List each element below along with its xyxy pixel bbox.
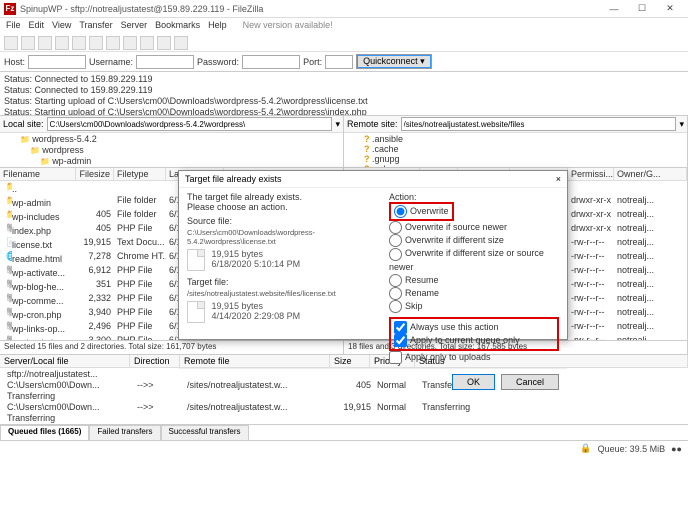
dialog-message: Please choose an action. — [187, 202, 381, 212]
remote-path-input[interactable] — [401, 117, 677, 131]
ok-button[interactable]: OK — [452, 374, 495, 390]
dialog-message: The target file already exists. — [187, 192, 381, 202]
source-path: C:\Users\cm00\Downloads\wordpress-5.4.2\… — [187, 228, 381, 246]
minimize-button[interactable]: — — [600, 1, 628, 17]
password-label: Password: — [197, 57, 239, 67]
local-path-input[interactable] — [47, 117, 333, 131]
target-label: Target file: — [187, 277, 381, 287]
local-tree[interactable]: wordpress-5.4.2wordpresswp-adminwp-conte… — [0, 133, 343, 167]
menu-bar: File Edit View Transfer Server Bookmarks… — [0, 18, 688, 34]
menu-view[interactable]: View — [52, 20, 71, 32]
source-label: Source file: — [187, 216, 381, 226]
radio-skip[interactable]: Skip — [389, 300, 559, 313]
quickconnect-button[interactable]: Quickconnect ▾ — [356, 54, 432, 69]
file-icon — [187, 249, 205, 271]
app-icon: Fz — [4, 3, 16, 15]
target-path: /sites/notrealjustatest.website/files/li… — [187, 289, 381, 298]
close-button[interactable]: ✕ — [656, 1, 684, 17]
local-site-label: Local site: — [3, 119, 44, 129]
queue-row[interactable]: C:\Users\cm00\Down...-->>/sites/notrealj… — [4, 402, 684, 413]
message-log: Status: Connected to 159.89.229.119 Stat… — [0, 72, 688, 116]
menu-bookmarks[interactable]: Bookmarks — [155, 20, 200, 32]
port-input[interactable] — [325, 55, 353, 69]
status-bar: 🔒 Queue: 39.5 MiB ●● — [0, 440, 688, 456]
remote-site-label: Remote site: — [347, 119, 398, 129]
menu-edit[interactable]: Edit — [29, 20, 45, 32]
status-dots: ●● — [671, 444, 682, 454]
username-input[interactable] — [136, 55, 194, 69]
dialog-title: Target file already exists — [185, 174, 282, 184]
toolbar-icon[interactable] — [140, 36, 154, 50]
lock-icon: 🔒 — [580, 443, 591, 454]
toolbar-icon[interactable] — [55, 36, 69, 50]
tab-success[interactable]: Successful transfers — [161, 425, 249, 440]
menu-file[interactable]: File — [6, 20, 21, 32]
checkbox-apply-queue[interactable]: Apply to current queue only — [394, 334, 554, 347]
queue-tabs: Queued files (1665) Failed transfers Suc… — [0, 424, 688, 440]
menu-help[interactable]: Help — [208, 20, 227, 32]
update-notice[interactable]: New version available! — [243, 20, 333, 32]
tab-queued[interactable]: Queued files (1665) — [0, 425, 89, 440]
quickconnect-bar: Host: Username: Password: Port: Quickcon… — [0, 52, 688, 72]
maximize-button[interactable]: ☐ — [628, 1, 656, 17]
remote-pane: Remote site: ▾ .ansible.cache.gnupg.ssh.… — [344, 116, 688, 167]
toolbar-sitemanager-icon[interactable] — [4, 36, 18, 50]
host-input[interactable] — [28, 55, 86, 69]
title-bar: Fz SpinupWP - sftp://notrealjustatest@15… — [0, 0, 688, 18]
toolbar-icon[interactable] — [123, 36, 137, 50]
queue-row[interactable]: Transferring — [4, 413, 684, 424]
chevron-down-icon[interactable]: ▾ — [679, 119, 684, 130]
file-icon — [187, 301, 205, 323]
chevron-down-icon: ▾ — [420, 56, 425, 66]
queue-size: Queue: 39.5 MiB — [598, 444, 666, 454]
chevron-down-icon[interactable]: ▾ — [335, 119, 340, 130]
radio-if-newer[interactable]: Overwrite if source newer — [389, 221, 559, 234]
toolbar-icon[interactable] — [89, 36, 103, 50]
password-input[interactable] — [242, 55, 300, 69]
menu-server[interactable]: Server — [121, 20, 148, 32]
menu-transfer[interactable]: Transfer — [79, 20, 112, 32]
window-title: SpinupWP - sftp://notrealjustatest@159.8… — [20, 4, 600, 14]
local-pane: Local site: ▾ wordpress-5.4.2wordpresswp… — [0, 116, 344, 167]
toolbar-icon[interactable] — [174, 36, 188, 50]
cancel-button[interactable]: Cancel — [501, 374, 559, 390]
toolbar — [0, 34, 688, 52]
checkbox-apply-uploads[interactable]: Apply only to uploads — [389, 351, 559, 364]
radio-overwrite[interactable]: Overwrite — [394, 205, 449, 218]
port-label: Port: — [303, 57, 322, 67]
toolbar-icon[interactable] — [106, 36, 120, 50]
radio-resume[interactable]: Resume — [389, 274, 559, 287]
toolbar-icon[interactable] — [72, 36, 86, 50]
host-label: Host: — [4, 57, 25, 67]
remote-tree[interactable]: .ansible.cache.gnupg.ssh.wp-clifiles — [344, 133, 687, 167]
toolbar-icon[interactable] — [21, 36, 35, 50]
radio-if-diff[interactable]: Overwrite if different size — [389, 234, 559, 247]
toolbar-icon[interactable] — [38, 36, 52, 50]
tab-failed[interactable]: Failed transfers — [89, 425, 160, 440]
toolbar-icon[interactable] — [157, 36, 171, 50]
action-label: Action: — [389, 192, 559, 202]
username-label: Username: — [89, 57, 133, 67]
radio-rename[interactable]: Rename — [389, 287, 559, 300]
close-icon[interactable]: × — [556, 174, 561, 184]
file-exists-dialog: Target file already exists × The target … — [178, 170, 568, 340]
checkbox-always[interactable]: Always use this action — [394, 321, 554, 334]
radio-if-diff-newer[interactable]: Overwrite if different size or source ne… — [389, 247, 559, 273]
